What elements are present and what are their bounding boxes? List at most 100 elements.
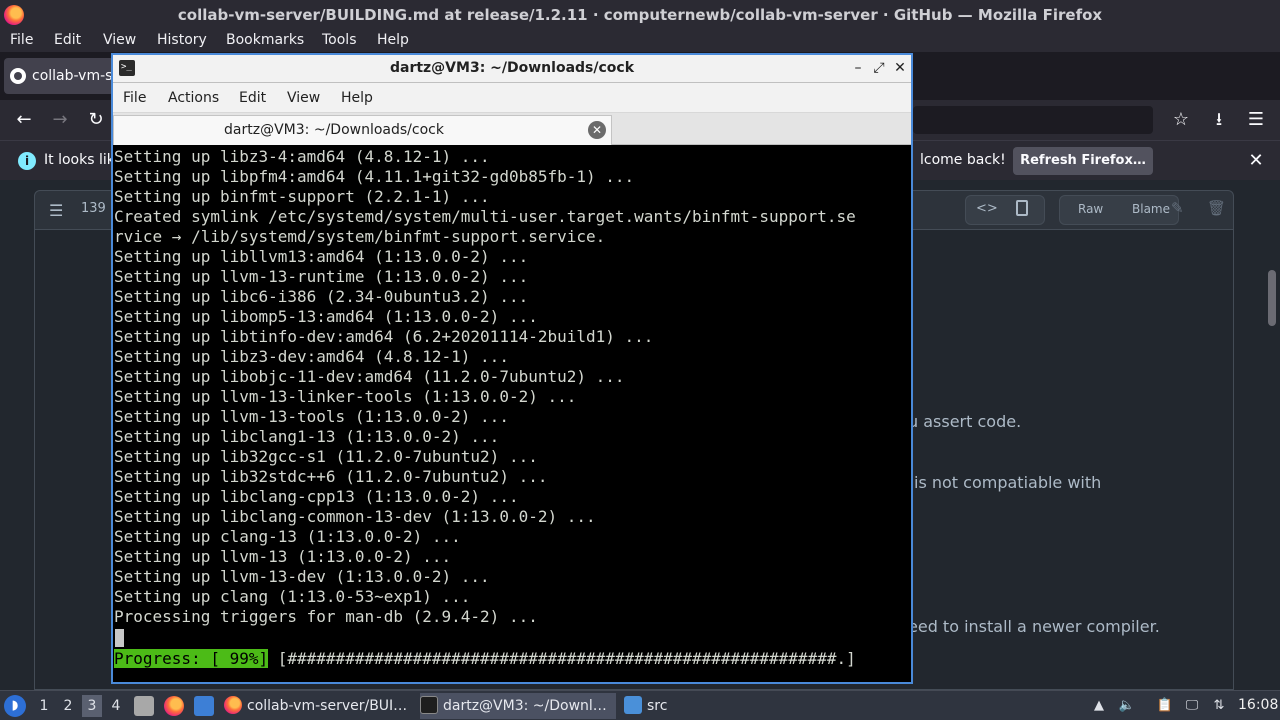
task-files-label: src xyxy=(647,698,668,714)
file-icon[interactable] xyxy=(1016,200,1028,216)
terminal-line: Setting up llvm-13 (1:13.0.0-2) ... xyxy=(114,547,452,566)
line-count: 139 xyxy=(81,201,106,216)
terminal-menu-actions[interactable]: Actions xyxy=(168,90,219,106)
terminal-line: Setting up libz3-dev:amd64 (4.8.12-1) ..… xyxy=(114,347,509,366)
task-files[interactable]: src xyxy=(624,693,714,719)
terminal-tab[interactable]: dartz@VM3: ~/Downloads/cock ✕ xyxy=(113,115,612,145)
terminal-line: Setting up lib32gcc-s1 (11.2.0-7ubuntu2)… xyxy=(114,447,538,466)
terminal-line: Setting up libz3-4:amd64 (4.8.12-1) ... xyxy=(114,147,490,166)
terminal-line: Setting up libc6-i386 (2.34-0ubuntu3.2) … xyxy=(114,287,529,306)
show-desktop-icon[interactable] xyxy=(134,696,154,716)
clipboard-icon[interactable]: 📋 xyxy=(1156,697,1174,715)
task-firefox-label: collab-vm-server/BUI… xyxy=(247,698,408,714)
trash-icon[interactable]: 🗑 xyxy=(1207,199,1226,217)
firefox-menu-bookmarks[interactable]: Bookmarks xyxy=(226,32,304,48)
firefox-menu-edit[interactable]: Edit xyxy=(54,32,81,48)
bookmark-star-icon[interactable]: ☆ xyxy=(1169,108,1193,132)
workspace-4[interactable]: 4 xyxy=(106,695,126,717)
maximize-icon[interactable]: ⤢ xyxy=(870,59,888,77)
firefox-window-title: collab-vm-server/BUILDING.md at release/… xyxy=(177,6,1103,24)
minimize-icon[interactable]: – xyxy=(849,59,867,77)
terminal-line: rvice → /lib/systemd/system/binfmt-suppo… xyxy=(114,227,606,246)
downloads-icon[interactable]: ⭳ xyxy=(1207,108,1231,132)
terminal-line: Setting up libclang-common-13-dev (1:13.… xyxy=(114,507,596,526)
workspace-2[interactable]: 2 xyxy=(58,695,78,717)
terminal-tab-label: dartz@VM3: ~/Downloads/cock xyxy=(224,122,444,138)
terminal-output: Setting up libz3-4:amd64 (4.8.12-1) ... S… xyxy=(114,147,856,627)
page-scrollbar[interactable] xyxy=(1268,270,1276,326)
firefox-tab-github[interactable]: collab-vm-se xyxy=(4,58,114,94)
terminal-line: Setting up libomp5-13:amd64 (1:13.0.0-2)… xyxy=(114,307,538,326)
markdown-text-line: is not compatiable with xyxy=(914,473,1102,492)
terminal-menu-edit[interactable]: Edit xyxy=(239,90,266,106)
terminal-line: Setting up clang-13 (1:13.0.0-2) ... xyxy=(114,527,461,546)
monitor-icon[interactable]: 🖵 xyxy=(1183,697,1201,715)
info-icon: i xyxy=(18,152,36,170)
terminal-line: Setting up clang (1:13.0-53~exp1) ... xyxy=(114,587,471,606)
terminal-tabbar: dartz@VM3: ~/Downloads/cock ✕ xyxy=(113,113,911,145)
firefox-launcher-icon[interactable] xyxy=(164,696,184,716)
firefox-menu-tools[interactable]: Tools xyxy=(322,32,357,48)
file-manager-launcher-icon[interactable] xyxy=(194,696,214,716)
raw-button[interactable]: Raw xyxy=(1078,202,1103,216)
view-toggle-group: <> xyxy=(965,195,1045,225)
terminal-titlebar[interactable]: >_ dartz@VM3: ~/Downloads/cock – ⤢ ✕ xyxy=(113,55,911,83)
firefox-menu-view[interactable]: View xyxy=(103,32,136,48)
blame-button[interactable]: Blame xyxy=(1132,202,1170,216)
tab-close-icon[interactable]: ✕ xyxy=(588,121,606,139)
list-icon[interactable]: ☰ xyxy=(49,201,63,220)
workspace-1[interactable]: 1 xyxy=(34,695,54,717)
close-icon[interactable]: ✕ xyxy=(1244,149,1268,173)
github-icon xyxy=(10,68,26,84)
terminal-line: Setting up libclang1-13 (1:13.0.0-2) ... xyxy=(114,427,500,446)
task-terminal-label: dartz@VM3: ~/Downl… xyxy=(443,698,607,714)
terminal-window: >_ dartz@VM3: ~/Downloads/cock – ⤢ ✕ Fil… xyxy=(111,53,913,684)
task-terminal[interactable]: dartz@VM3: ~/Downl… xyxy=(420,693,616,719)
url-bar[interactable] xyxy=(913,106,1153,134)
markdown-text-line: eed to install a newer compiler. xyxy=(908,617,1160,636)
terminal-line: Setting up libobjc-11-dev:amd64 (11.2.0-… xyxy=(114,367,625,386)
task-firefox[interactable]: collab-vm-server/BUI… xyxy=(224,693,414,719)
lubuntu-logo-icon[interactable]: ◗ xyxy=(4,695,26,717)
progress-label: Progress: [ 99%] xyxy=(114,649,269,668)
apt-progress: Progress: [ 99%] [######################… xyxy=(114,649,856,669)
firefox-icon xyxy=(224,696,242,714)
notification-text-tail: lcome back! xyxy=(920,152,1006,168)
tray-up-arrow-icon[interactable]: ▲ xyxy=(1090,697,1108,715)
forward-arrow-icon[interactable]: → xyxy=(48,108,72,132)
terminal-menu-help[interactable]: Help xyxy=(341,90,373,106)
terminal-menu-file[interactable]: File xyxy=(123,90,146,106)
notification-text: It looks lik xyxy=(44,152,115,168)
terminal-line: Setting up libpfm4:amd64 (4.11.1+git32-g… xyxy=(114,167,635,186)
terminal-icon xyxy=(420,696,438,714)
terminal-line: Setting up libtinfo-dev:amd64 (6.2+20201… xyxy=(114,327,654,346)
terminal-screen[interactable]: Setting up libz3-4:amd64 (4.8.12-1) ... S… xyxy=(113,147,911,682)
network-icon[interactable]: ⇅ xyxy=(1210,697,1228,715)
refresh-firefox-button[interactable]: Refresh Firefox… xyxy=(1013,147,1153,175)
terminal-line: Setting up llvm-13-tools (1:13.0.0-2) ..… xyxy=(114,407,509,426)
pencil-icon[interactable]: ✎ xyxy=(1171,199,1184,217)
firefox-titlebar: collab-vm-server/BUILDING.md at release/… xyxy=(0,0,1280,30)
firefox-menu-history[interactable]: History xyxy=(157,32,207,48)
reload-icon[interactable]: ↻ xyxy=(84,108,108,132)
terminal-line: Setting up llvm-13-linker-tools (1:13.0.… xyxy=(114,387,577,406)
progress-bar-text: [#######################################… xyxy=(268,649,856,668)
taskbar: ◗ 1 2 3 4 collab-vm-server/BUI… dartz@VM… xyxy=(0,690,1280,720)
terminal-menubar: File Actions Edit View Help xyxy=(113,83,911,113)
hamburger-menu-icon[interactable]: ☰ xyxy=(1244,108,1268,132)
folder-icon xyxy=(624,696,642,714)
firefox-menu-help[interactable]: Help xyxy=(377,32,409,48)
terminal-menu-view[interactable]: View xyxy=(287,90,320,106)
terminal-cursor xyxy=(115,629,124,647)
workspace-3[interactable]: 3 xyxy=(82,695,102,717)
terminal-line: Setting up libllvm13:amd64 (1:13.0.0-2) … xyxy=(114,247,529,266)
terminal-line: Setting up lib32stdc++6 (11.2.0-7ubuntu2… xyxy=(114,467,548,486)
raw-blame-group: Raw Blame xyxy=(1059,195,1179,225)
close-icon[interactable]: ✕ xyxy=(891,59,909,77)
terminal-line: Setting up binfmt-support (2.2.1-1) ... xyxy=(114,187,490,206)
back-arrow-icon[interactable]: ← xyxy=(12,108,36,132)
firefox-menu-file[interactable]: File xyxy=(10,32,33,48)
code-icon[interactable]: <> xyxy=(976,201,998,216)
terminal-line: Setting up llvm-13-dev (1:13.0.0-2) ... xyxy=(114,567,490,586)
volume-icon[interactable]: 🔈 xyxy=(1118,697,1136,715)
